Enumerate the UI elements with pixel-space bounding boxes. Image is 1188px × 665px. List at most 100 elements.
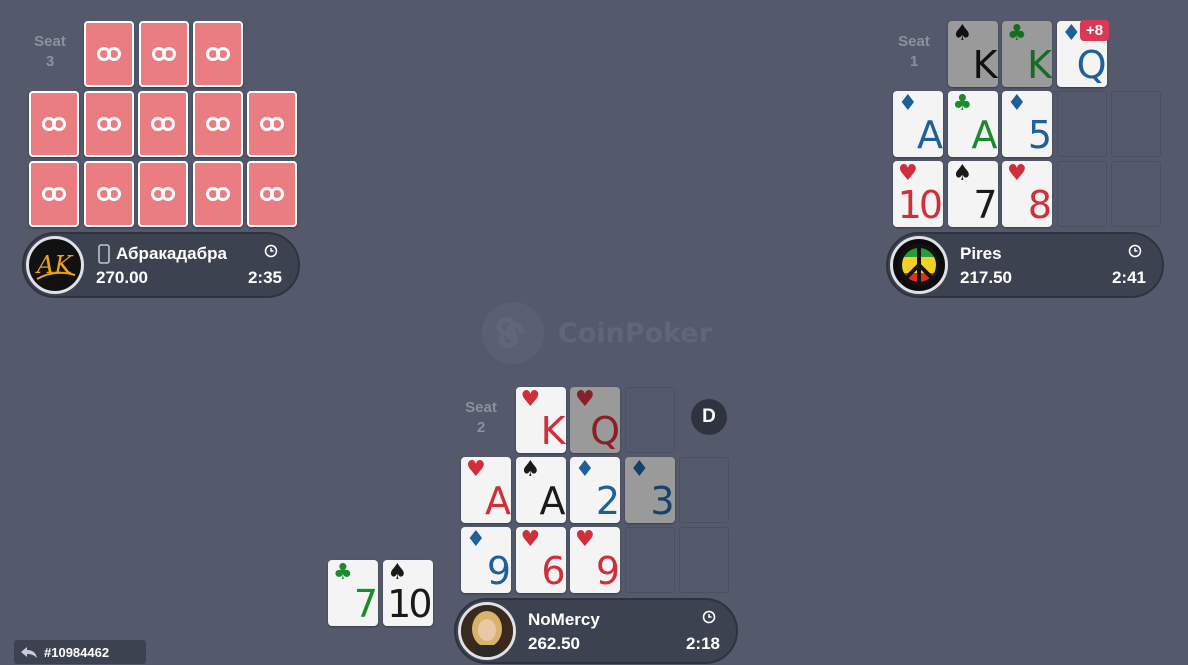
playing-card: ♦ 9 xyxy=(461,527,511,593)
hand-history-button[interactable]: #10984462 xyxy=(14,640,146,664)
player-panel-seat-1[interactable]: Pires 217.50 2:41 xyxy=(886,232,1164,298)
card-suit: ♦ xyxy=(466,527,486,552)
card-back-logo-icon xyxy=(97,47,121,61)
card-back-logo-icon xyxy=(151,117,175,131)
card-rank: K xyxy=(540,409,566,453)
empty-card-slot xyxy=(1111,161,1161,227)
card-back xyxy=(247,91,297,157)
avatar[interactable] xyxy=(890,236,948,294)
empty-card-slot xyxy=(1056,91,1107,157)
card-suit: ♣ xyxy=(333,560,353,585)
card-back-logo-icon xyxy=(151,187,175,201)
playing-card: ♥ K xyxy=(515,387,566,453)
card-rank: 10 xyxy=(897,183,943,227)
player-stack: 217.50 xyxy=(960,268,1012,287)
card-suit: ♥ xyxy=(520,527,541,552)
card-suit: ♥ xyxy=(466,457,486,482)
seat-1-label: Seat 1 xyxy=(894,32,934,72)
seat-label-word: Seat xyxy=(465,399,497,416)
peace-sign-icon xyxy=(898,244,940,286)
playing-card: ♥ 10 xyxy=(893,161,943,227)
playing-card: ♥ A xyxy=(461,457,511,523)
playing-card: ♠ A xyxy=(515,457,566,523)
card-back-logo-icon xyxy=(260,187,284,201)
card-suit: ♥ xyxy=(1007,161,1027,186)
playing-card: ♦ 5 xyxy=(1002,91,1052,157)
ak-logo-icon: AK xyxy=(35,251,76,280)
card-back xyxy=(84,21,134,87)
playing-card: ♦ 2 xyxy=(570,457,620,523)
card-suit: ♥ xyxy=(520,387,541,412)
clock-icon xyxy=(1128,244,1142,258)
player-photo-icon xyxy=(461,605,513,657)
avatar[interactable] xyxy=(458,602,516,660)
player-name: NoMercy xyxy=(528,610,600,629)
seat-label-word: Seat xyxy=(34,33,66,50)
playing-card: ♦ 3 xyxy=(624,457,675,523)
playing-card: ♣ A xyxy=(947,91,998,157)
seat-3-label: Seat 3 xyxy=(30,32,70,72)
card-rank: 7 xyxy=(973,183,997,227)
seat-2-label: Seat 2 xyxy=(461,398,501,438)
card-back xyxy=(138,21,189,87)
seat-label-number: 1 xyxy=(909,53,919,70)
card-suit: ♦ xyxy=(1007,91,1027,116)
card-suit: ♥ xyxy=(575,527,595,552)
card-rank: A xyxy=(539,479,566,523)
card-back xyxy=(193,21,243,87)
card-rank: Q xyxy=(590,409,620,453)
coinpoker-logo-icon xyxy=(482,302,544,364)
empty-card-slot xyxy=(679,457,729,523)
playing-card: ♥ 6 xyxy=(515,527,566,593)
reply-arrow-icon xyxy=(21,647,37,658)
playing-card: ♣ K xyxy=(1002,21,1052,87)
card-back-logo-icon xyxy=(260,117,284,131)
clock-icon xyxy=(264,244,278,258)
card-rank: 9 xyxy=(486,549,511,593)
card-suit: ♦ xyxy=(629,457,650,482)
empty-card-slot xyxy=(624,387,675,453)
empty-card-slot xyxy=(679,527,729,593)
player-timer: 2:35 xyxy=(247,268,282,287)
playing-card: ♠ K xyxy=(947,21,998,87)
card-suit: ♣ xyxy=(1007,21,1027,46)
mobile-device-icon xyxy=(98,244,110,264)
card-back xyxy=(29,91,79,157)
card-back xyxy=(138,161,188,227)
card-suit: ♠ xyxy=(952,21,973,46)
card-rank: 7 xyxy=(353,582,378,626)
card-back xyxy=(83,91,134,157)
card-back xyxy=(192,91,243,157)
card-rank: 2 xyxy=(595,479,620,523)
card-rank: K xyxy=(972,43,998,87)
card-rank: 6 xyxy=(541,549,565,593)
player-timer: 2:41 xyxy=(1111,268,1146,287)
playing-card: ♠ 7 xyxy=(947,161,998,227)
seat-label-word: Seat xyxy=(898,33,930,50)
dealer-button: D xyxy=(691,399,727,435)
avatar[interactable]: AK xyxy=(26,236,84,294)
card-rank: 5 xyxy=(1027,113,1052,157)
playing-card: ♠ 10 xyxy=(382,560,433,626)
empty-card-slot xyxy=(1056,161,1107,227)
card-back-logo-icon xyxy=(205,187,230,201)
card-rank: A xyxy=(917,113,943,157)
card-back-logo-icon xyxy=(42,187,66,201)
card-suit: ♠ xyxy=(952,161,973,186)
card-suit: ♣ xyxy=(952,91,973,116)
card-rank: A xyxy=(485,479,511,523)
player-panel-seat-3[interactable]: AK Абракадабра 270.00 2:35 xyxy=(22,232,300,298)
card-suit: ♦ xyxy=(575,457,595,482)
player-timer: 2:18 xyxy=(685,634,720,653)
card-back-logo-icon xyxy=(96,187,121,201)
playing-card: ♣ 7 xyxy=(328,560,378,626)
card-back-logo-icon xyxy=(206,47,230,61)
svg-text:AK: AK xyxy=(35,251,74,279)
empty-card-slot xyxy=(1111,91,1161,157)
seat-label-number: 2 xyxy=(476,419,486,436)
card-rank: A xyxy=(971,113,998,157)
player-panel-seat-2[interactable]: NoMercy 262.50 2:18 xyxy=(454,598,738,664)
card-back xyxy=(29,161,79,227)
brand-name: CoinPoker xyxy=(558,317,713,349)
card-back xyxy=(83,161,134,227)
